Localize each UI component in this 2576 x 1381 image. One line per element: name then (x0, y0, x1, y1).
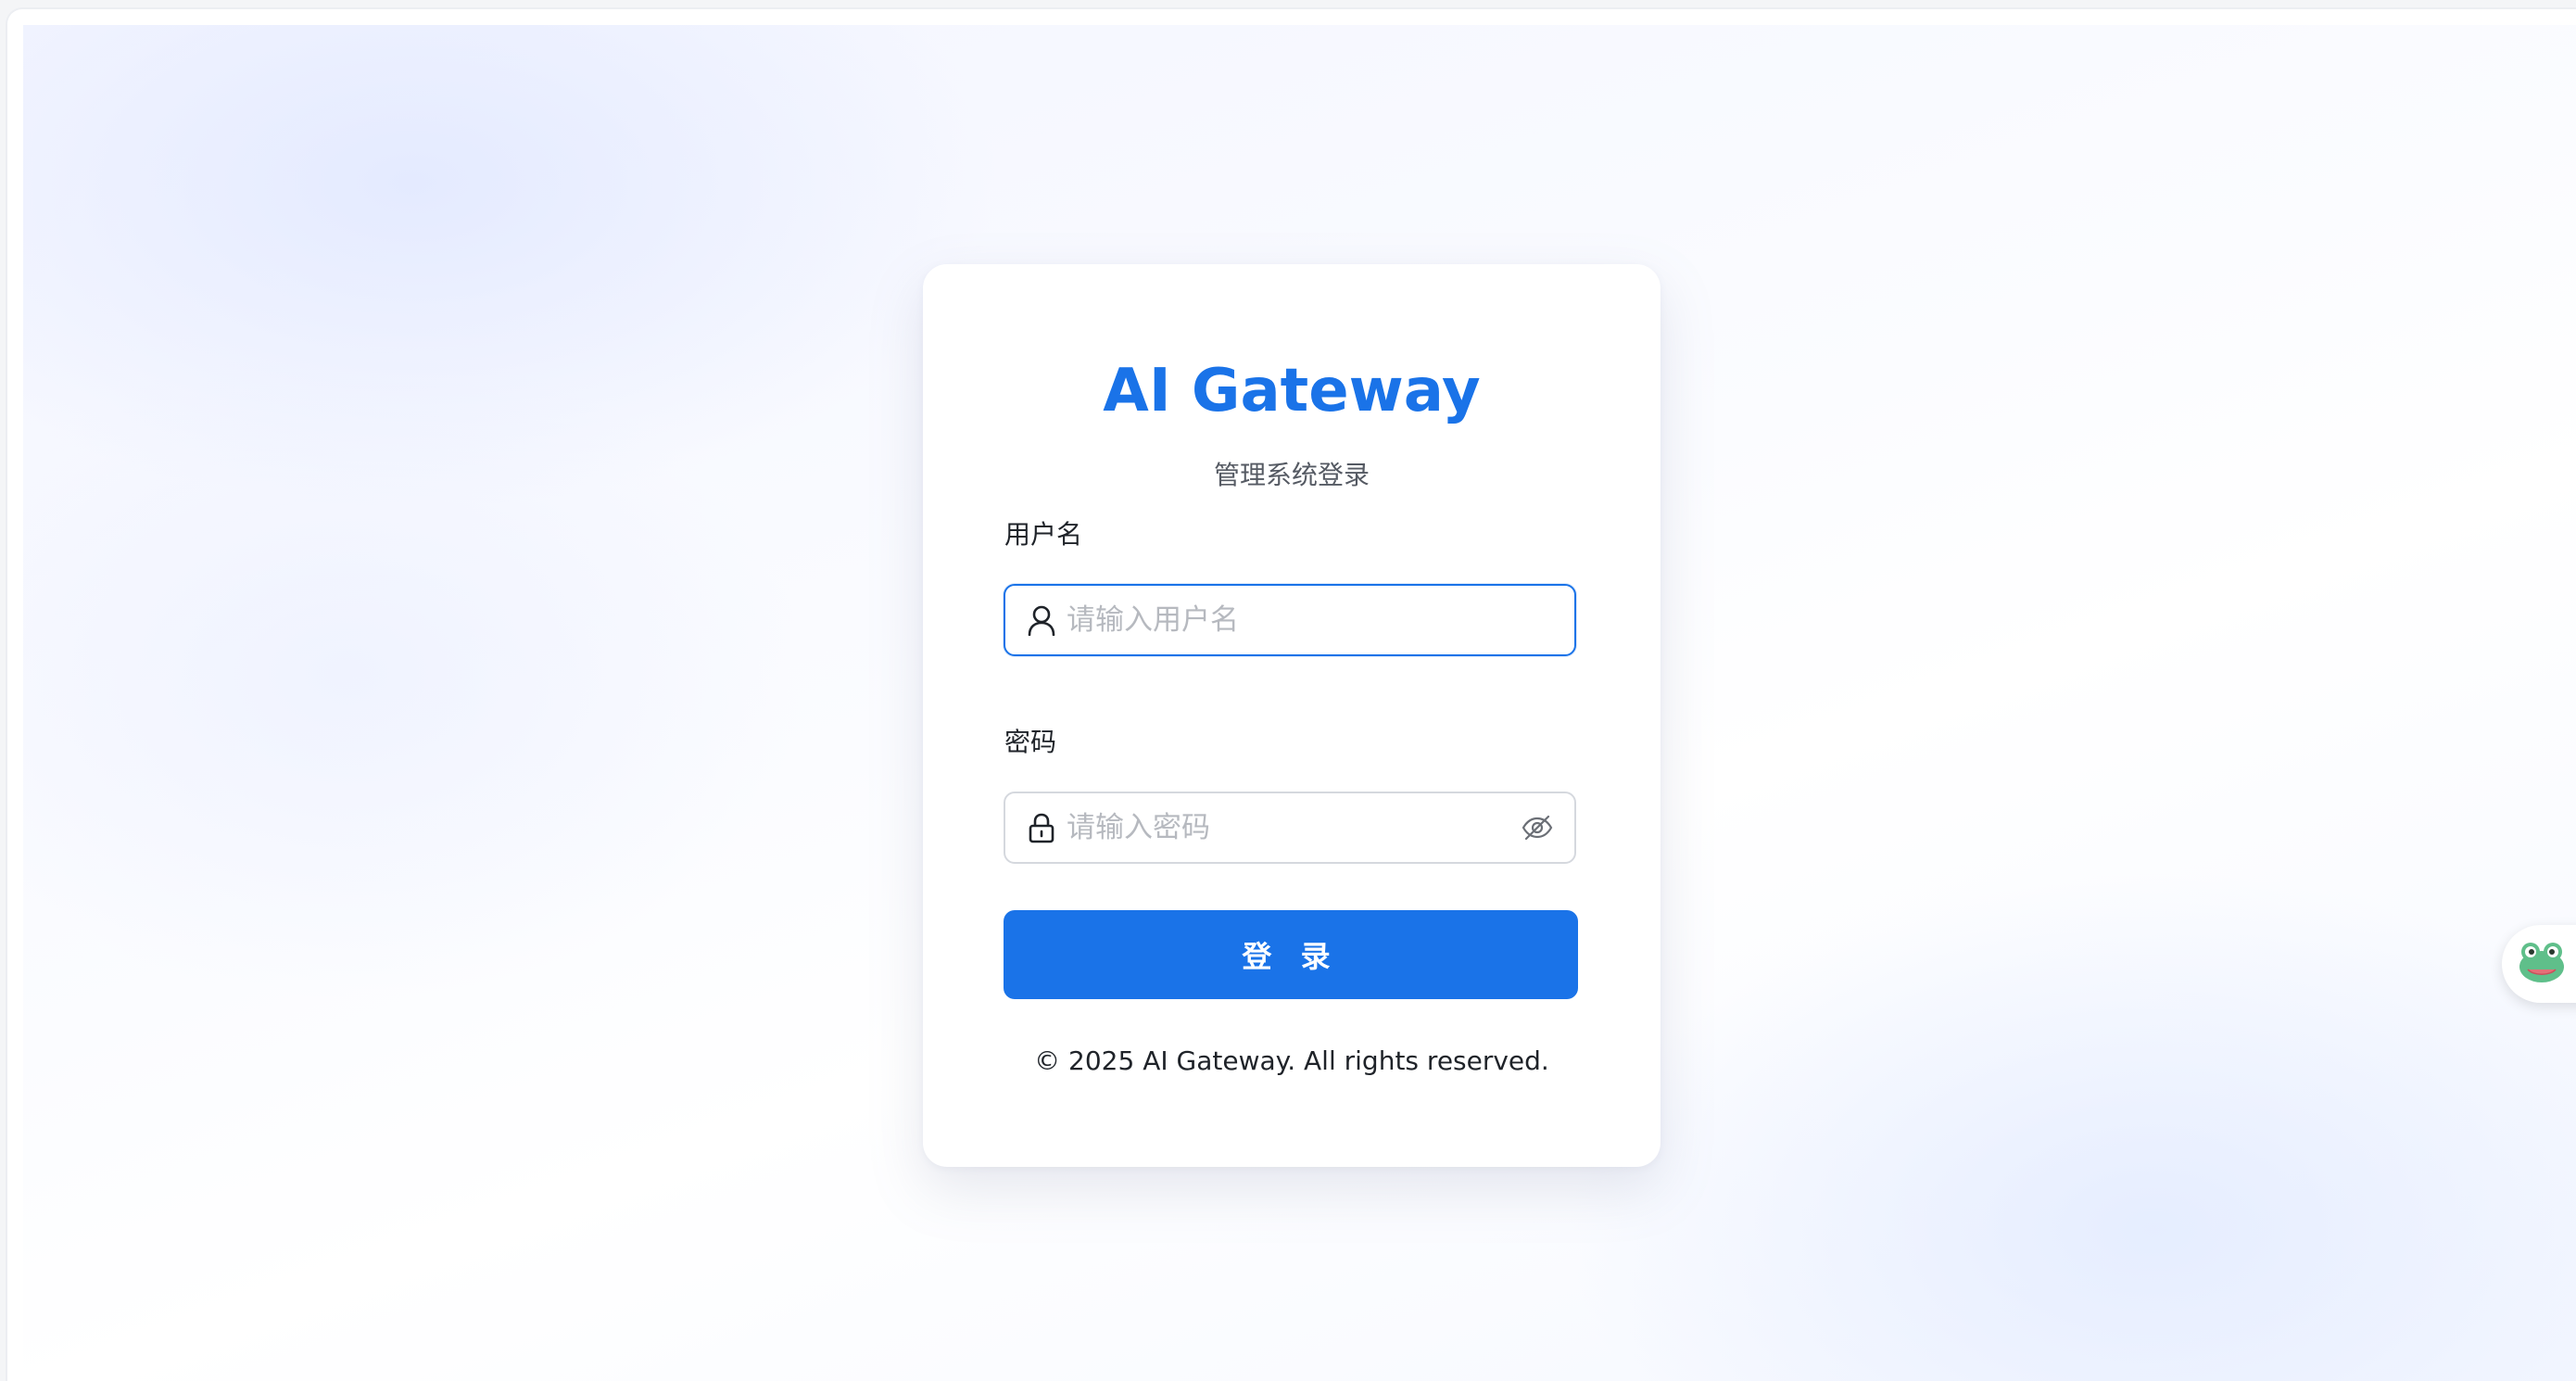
username-input[interactable] (1057, 592, 1574, 648)
lock-icon (1026, 812, 1057, 843)
username-label: 用户名 (1004, 519, 1083, 550)
eye-off-icon[interactable] (1519, 809, 1556, 846)
password-label: 密码 (1004, 727, 1057, 757)
frog-icon (2517, 939, 2567, 989)
username-input-wrapper[interactable] (1004, 584, 1576, 656)
floating-assistant-button[interactable] (2502, 925, 2576, 1003)
user-icon (1026, 604, 1057, 636)
password-input[interactable] (1057, 800, 1519, 855)
footer-copyright: © 2025 AI Gateway. All rights reserved. (1034, 1045, 1549, 1076)
brand-title: AI Gateway (1103, 357, 1481, 425)
password-input-wrapper[interactable] (1004, 792, 1576, 864)
login-button[interactable]: 登 录 (1004, 910, 1578, 999)
login-subtitle: 管理系统登录 (1213, 460, 1370, 490)
login-card: AI Gateway 管理系统登录 用户名 密码 (923, 264, 1661, 1167)
